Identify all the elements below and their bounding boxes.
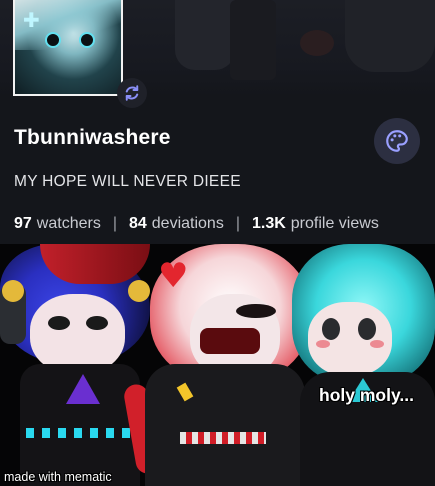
character-middle-mask: [200, 328, 260, 354]
stat-profile-views: 1.3K profile views: [252, 215, 379, 233]
character-left-eye: [48, 316, 70, 330]
stat-label: profile views: [290, 215, 379, 232]
character-left-bell: [128, 280, 150, 302]
theme-palette-button[interactable]: [374, 118, 420, 164]
character-left-pattern: [26, 428, 136, 438]
stat-value: 97: [14, 215, 32, 232]
stat-watchers[interactable]: 97 watchers: [14, 215, 101, 233]
stat-label: deviations: [151, 215, 224, 232]
character-right-face: [308, 302, 392, 376]
meme-watermark: made with mematic: [4, 470, 112, 484]
avatar[interactable]: ✚: [13, 0, 123, 96]
character-left-face: [30, 294, 125, 374]
stat-deviations[interactable]: 84 deviations: [129, 215, 224, 233]
stat-separator: |: [112, 215, 117, 232]
username: Tbunniwashere: [14, 126, 171, 149]
character-left-bell: [2, 280, 24, 302]
stat-label: watchers: [36, 215, 101, 232]
character-middle-body: [145, 364, 305, 486]
stat-value: 84: [128, 215, 147, 232]
meme-caption: holy moly...: [319, 385, 414, 405]
character-right-eye: [358, 318, 376, 340]
heart-icon: ♥: [158, 256, 189, 296]
character-right-eye: [322, 318, 340, 340]
profile-header: ✚ Tbunniwashere MY HOPE WILL NEVER DIEEE…: [0, 0, 435, 244]
stat-separator: |: [235, 215, 240, 232]
palette-icon: [386, 130, 408, 152]
character-middle-belt: [180, 432, 266, 444]
avatar-sync-button[interactable]: [117, 78, 147, 108]
character-right-blush: [370, 340, 384, 348]
character-right-blush: [316, 340, 330, 348]
character-middle-eye: [236, 304, 276, 318]
profile-tagline: MY HOPE WILL NEVER DIEEE: [14, 173, 241, 190]
sync-icon: [125, 85, 139, 101]
stat-value: 1.3K: [251, 215, 286, 232]
shared-image[interactable]: ♥ holy moly... made with mematic: [0, 244, 435, 486]
profile-stats: 97 watchers | 84 deviations | 1.3K profile …: [14, 215, 379, 233]
character-left-eye: [86, 316, 108, 330]
